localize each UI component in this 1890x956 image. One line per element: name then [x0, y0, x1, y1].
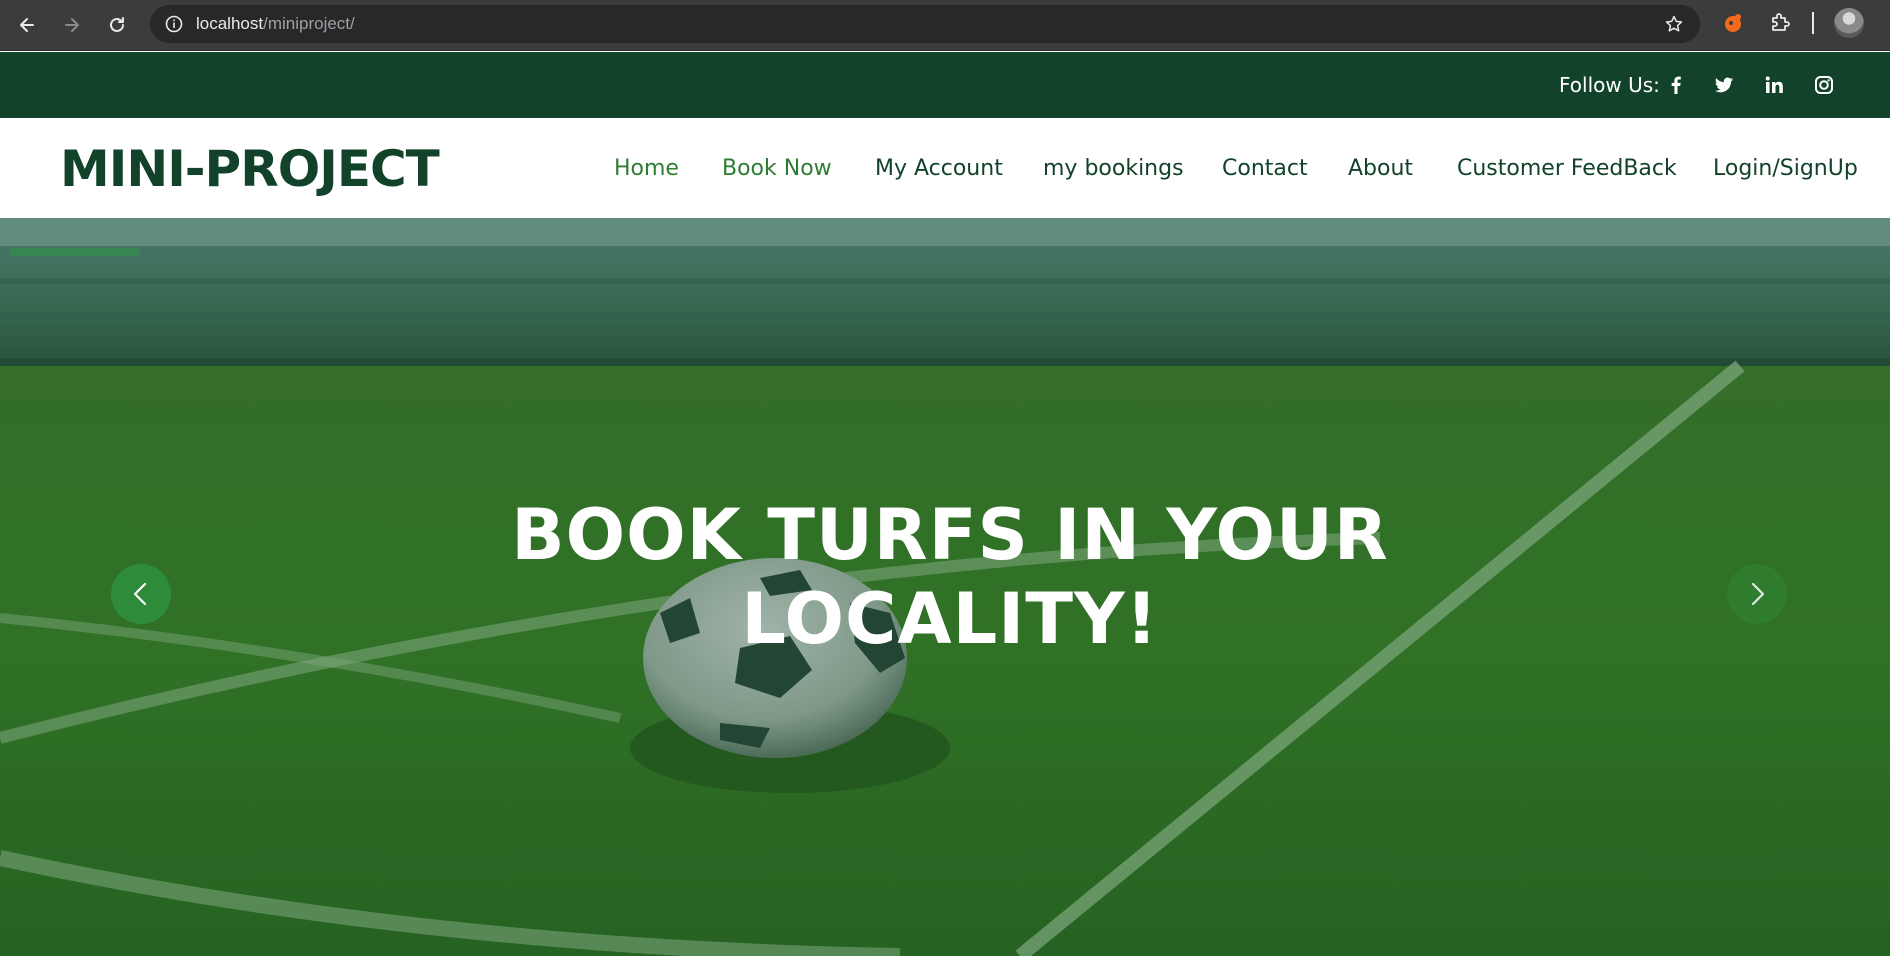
hero-title-line1: BOOK TURFS IN YOUR — [511, 494, 1389, 576]
browser-toolbar: localhost/miniproject/ — [0, 0, 1890, 51]
instagram-icon[interactable] — [1813, 74, 1835, 96]
nav-my-bookings[interactable]: my bookings — [1043, 154, 1184, 184]
toolbar-divider — [1812, 12, 1814, 34]
site-header: MINI-PROJECT Home Book Now My Account my… — [0, 118, 1890, 218]
url-text[interactable]: localhost/miniproject/ — [196, 14, 355, 34]
social-topbar: Follow Us: — [0, 52, 1890, 118]
twitter-icon[interactable] — [1713, 74, 1735, 96]
linkedin-icon[interactable] — [1763, 74, 1785, 96]
site-logo[interactable]: MINI-PROJECT — [60, 140, 440, 198]
nav-contact[interactable]: Contact — [1222, 154, 1308, 184]
nav-login-signup[interactable]: Login/SignUp — [1713, 154, 1858, 184]
forward-icon[interactable] — [55, 8, 89, 42]
nav-my-account[interactable]: My Account — [875, 154, 1003, 184]
site-info-icon[interactable] — [164, 14, 184, 34]
nav-book-now[interactable]: Book Now — [722, 154, 832, 184]
hero-title-line2: LOCALITY! — [741, 578, 1159, 660]
carousel-prev-button[interactable] — [111, 564, 171, 624]
chevron-right-icon — [1751, 582, 1765, 606]
back-icon[interactable] — [10, 8, 44, 42]
puzzle-icon[interactable] — [1768, 11, 1792, 35]
nav-home[interactable]: Home — [614, 154, 679, 184]
chevron-left-icon — [133, 582, 147, 606]
address-bar[interactable]: localhost/miniproject/ — [150, 5, 1700, 43]
carousel-next-button[interactable] — [1727, 564, 1787, 624]
facebook-icon[interactable] — [1665, 74, 1687, 96]
extension-icon[interactable] — [1722, 11, 1746, 35]
nav-customer-feedback[interactable]: Customer FeedBack — [1457, 154, 1677, 184]
hero-carousel: BOOK TURFS IN YOUR LOCALITY! — [0, 218, 1890, 956]
nav-about[interactable]: About — [1348, 154, 1413, 184]
url-path: /miniproject/ — [263, 14, 355, 33]
url-host: localhost — [196, 14, 264, 33]
hero-title: BOOK TURFS IN YOUR LOCALITY! — [445, 493, 1455, 661]
reload-icon[interactable] — [100, 8, 134, 42]
follow-us-label: Follow Us: — [1559, 73, 1660, 97]
bookmark-star-icon[interactable] — [1664, 14, 1684, 34]
profile-avatar[interactable] — [1834, 8, 1864, 38]
